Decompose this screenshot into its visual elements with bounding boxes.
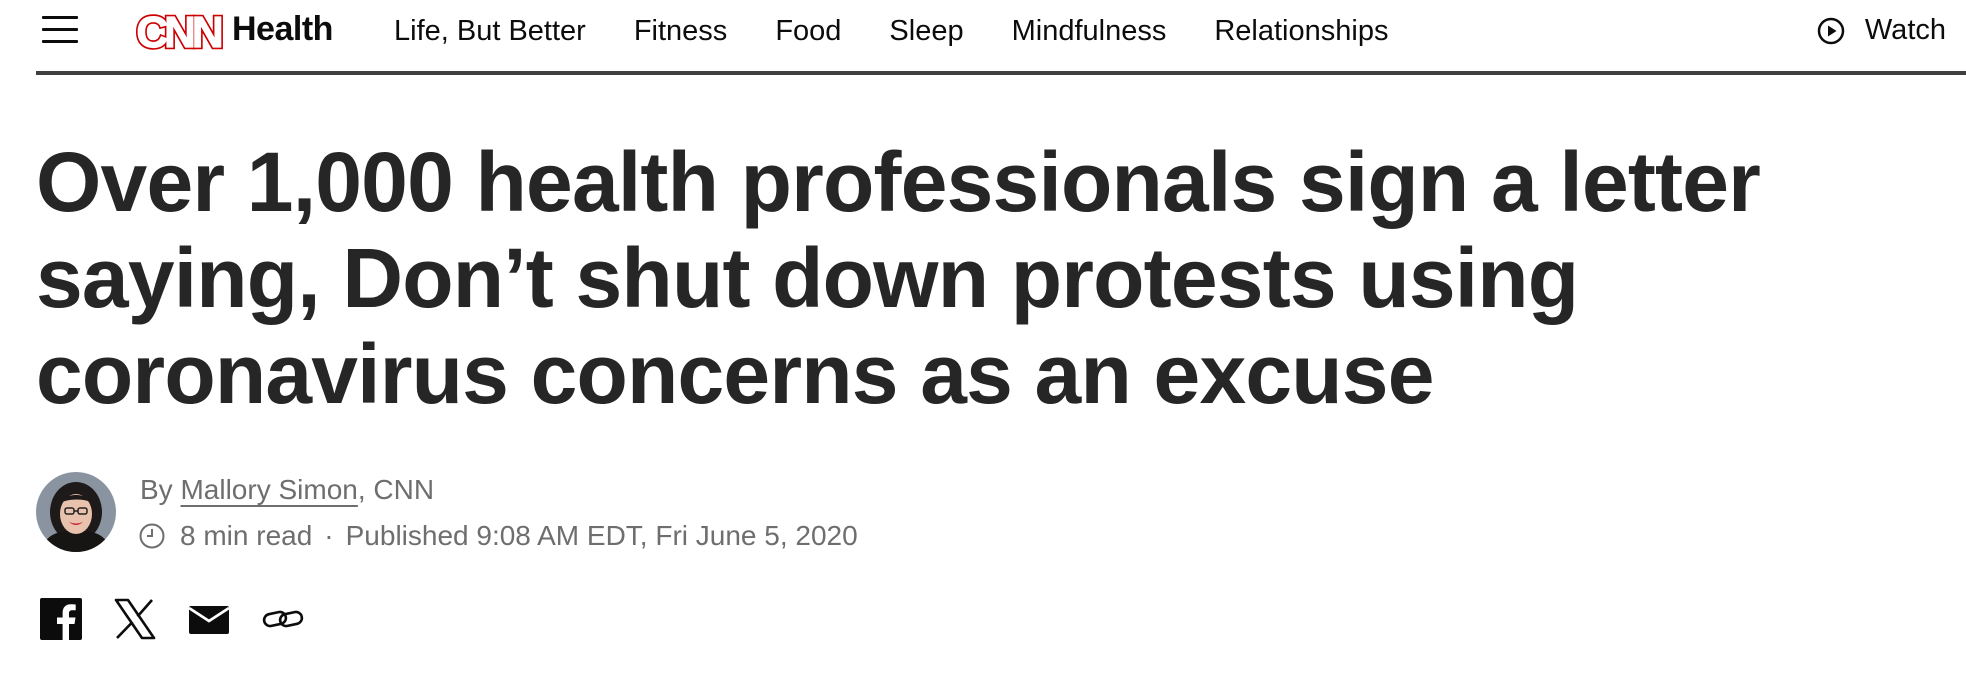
nav-item-food[interactable]: Food	[775, 15, 841, 48]
nav-item-sleep[interactable]: Sleep	[889, 15, 963, 48]
play-circle-icon	[1817, 17, 1845, 44]
author-photo	[36, 472, 116, 552]
nav-item-relationships[interactable]: Relationships	[1214, 15, 1388, 48]
published-timestamp: Published 9:08 AM EDT, Fri June 5, 2020	[345, 520, 858, 551]
read-time: 8 min read	[180, 520, 313, 551]
watch-button[interactable]: Watch	[1817, 14, 1946, 47]
section-nav: Life, But Better Fitness Food Sleep Mind…	[394, 15, 1436, 48]
article-headline: Over 1,000 health professionals sign a l…	[36, 135, 1761, 421]
email-icon[interactable]	[188, 598, 230, 640]
nav-item-fitness[interactable]: Fitness	[634, 15, 727, 48]
nav-item-life-but-better[interactable]: Life, But Better	[394, 15, 586, 48]
watch-label: Watch	[1864, 14, 1946, 46]
x-icon[interactable]	[114, 598, 156, 640]
article-meta: 8 min read · Published 9:08 AM EDT, Fri …	[138, 520, 858, 552]
section-title[interactable]: Health	[232, 10, 333, 49]
author-link[interactable]: Mallory Simon	[180, 474, 357, 505]
byline-outlet: , CNN	[357, 474, 435, 505]
hamburger-menu-icon[interactable]	[42, 14, 78, 44]
cnn-logo[interactable]: CNN CNN	[130, 7, 226, 55]
nav-item-mindfulness[interactable]: Mindfulness	[1012, 15, 1167, 48]
facebook-icon[interactable]	[40, 598, 82, 640]
top-navigation: CNN CNN Health Life, But Better Fitness …	[0, 0, 1966, 72]
meta-separator: ·	[324, 520, 334, 551]
byline: By Mallory Simon, CNN	[140, 474, 434, 506]
share-bar	[40, 598, 336, 640]
svg-text:CNN: CNN	[136, 8, 221, 55]
header-divider	[36, 71, 1966, 75]
author-avatar[interactable]	[36, 472, 116, 552]
byline-prefix: By	[140, 474, 181, 505]
link-icon[interactable]	[262, 598, 304, 640]
clock-icon	[139, 523, 165, 549]
